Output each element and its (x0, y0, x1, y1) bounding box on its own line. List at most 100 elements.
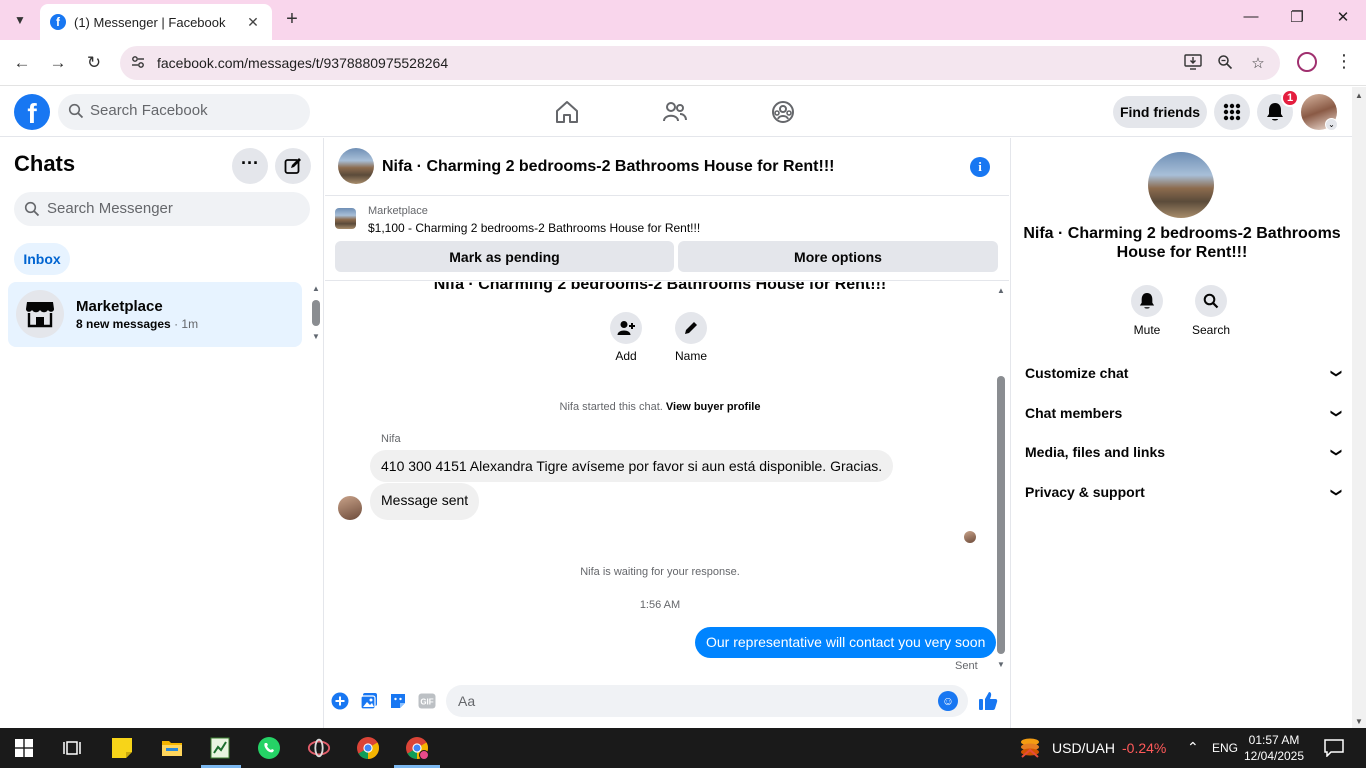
chat-list-scrollbar[interactable]: ▲ ▼ (310, 284, 320, 342)
browser-menu-icon[interactable]: ⋮ (1335, 51, 1353, 72)
sticky-notes-icon[interactable] (110, 736, 134, 760)
mute-label: Mute (1133, 323, 1161, 337)
scrollbar-thumb[interactable] (312, 300, 320, 326)
accordion-privacy-support[interactable]: Privacy & support ❯ (1025, 480, 1342, 504)
bell-icon (1139, 293, 1155, 309)
more-options-button[interactable]: More options (678, 241, 998, 272)
chrome-profile-icon[interactable] (405, 736, 429, 760)
thread-scrollbar[interactable]: ▲ ▼ (995, 286, 1007, 670)
change-name-action[interactable]: Name (666, 312, 716, 363)
facebook-search[interactable] (58, 94, 310, 130)
listing-profile-photo[interactable] (1148, 152, 1214, 218)
accordion-media-files-links[interactable]: Media, files and links ❯ (1025, 440, 1342, 464)
marketplace-listing-bar: Marketplace $1,100 - Charming 2 bedrooms… (325, 197, 1009, 281)
scroll-up-arrow-icon[interactable]: ▲ (312, 284, 320, 293)
message-input[interactable] (458, 693, 928, 709)
facebook-favicon-icon: f (50, 14, 66, 30)
accordion-customize-chat[interactable]: Customize chat ❯ (1025, 361, 1342, 385)
listing-price-title[interactable]: $1,100 - Charming 2 bedrooms-2 Bathrooms… (368, 221, 700, 235)
tray-chevron-up-icon[interactable]: ⌃ (1187, 739, 1199, 756)
home-icon[interactable] (554, 99, 580, 125)
find-friends-button[interactable]: Find friends (1113, 96, 1207, 128)
sticker-icon[interactable] (387, 690, 409, 712)
input-language[interactable]: ENG (1212, 741, 1238, 755)
listing-thumbnail[interactable] (335, 208, 356, 229)
sender-avatar[interactable] (338, 496, 362, 520)
site-settings-icon[interactable] (129, 54, 147, 72)
scroll-down-arrow-icon[interactable]: ▼ (312, 332, 320, 341)
conversation-title[interactable]: Nifa · Charming 2 bedrooms-2 Bathrooms H… (382, 158, 834, 176)
new-message-button[interactable] (275, 148, 311, 184)
spreadsheet-app-icon[interactable] (208, 736, 232, 760)
notification-center-icon[interactable] (1322, 736, 1346, 760)
scroll-down-arrow-icon[interactable]: ▼ (997, 660, 1005, 669)
windows-start-icon[interactable] (12, 736, 36, 760)
scroll-up-arrow-icon[interactable]: ▲ (997, 286, 1005, 295)
reload-icon[interactable]: ↻ (82, 51, 106, 75)
close-window-icon[interactable]: ✕ (1328, 8, 1358, 26)
zoom-icon[interactable] (1215, 54, 1235, 72)
scrollbar-thumb[interactable] (997, 376, 1005, 654)
browser-tab-messenger[interactable]: f (1) Messenger | Facebook ✕ (40, 4, 272, 40)
address-bar[interactable]: facebook.com/messages/t/9378880975528264… (120, 46, 1280, 80)
currency-widget-icon[interactable] (1018, 736, 1042, 760)
page-scrollbar[interactable]: ▲ ▼ (1352, 87, 1366, 728)
more-actions-plus-icon[interactable] (329, 690, 351, 712)
attach-photo-icon[interactable] (358, 690, 380, 712)
minimize-window-icon[interactable]: — (1236, 8, 1266, 25)
chat-options-button[interactable]: ··· (232, 148, 268, 184)
emoji-icon[interactable]: ☺ (938, 691, 958, 711)
clock-time: 01:57 AM (1248, 733, 1300, 747)
tab-close-icon[interactable]: ✕ (244, 14, 262, 31)
info-panel-title: Nifa · Charming 2 bedrooms-2 Bathrooms H… (1023, 225, 1341, 261)
thumbs-up-icon[interactable] (977, 690, 999, 712)
add-people-action[interactable]: Add (601, 312, 651, 363)
forward-arrow-icon[interactable]: → (46, 51, 70, 75)
chevron-down-icon: ❯ (1329, 487, 1342, 497)
bookmark-star-icon[interactable]: ☆ (1248, 54, 1268, 72)
incoming-message-bubble[interactable]: 410 300 4151 Alexandra Tigre avíseme por… (370, 450, 894, 482)
new-tab-button[interactable]: + (282, 9, 302, 31)
messenger-search-input[interactable] (47, 200, 297, 217)
scroll-up-arrow-icon[interactable]: ▲ (1355, 91, 1363, 100)
more-dots-icon: ··· (241, 153, 259, 173)
friends-icon[interactable] (662, 99, 688, 125)
listing-avatar[interactable] (338, 148, 374, 184)
menu-grid-button[interactable] (1214, 94, 1250, 130)
search-label: Search (1191, 323, 1231, 337)
facebook-logo[interactable]: f (14, 94, 50, 130)
info-icon[interactable]: i (970, 157, 990, 177)
accordion-chat-members[interactable]: Chat members ❯ (1025, 401, 1342, 425)
messenger-search[interactable] (14, 192, 310, 226)
view-buyer-profile-link[interactable]: View buyer profile (666, 401, 761, 413)
restore-window-icon[interactable]: ❐ (1282, 8, 1312, 26)
tab-search-chevron-icon[interactable]: ▼ (6, 7, 34, 33)
search-in-conversation-action[interactable]: Search (1181, 285, 1241, 337)
whatsapp-icon[interactable] (257, 736, 281, 760)
mute-action[interactable]: Mute (1117, 285, 1177, 337)
add-label: Add (615, 349, 637, 363)
gif-icon[interactable]: GIF (416, 690, 438, 712)
system-clock[interactable]: 01:57 AM 12/04/2025 (1236, 732, 1312, 764)
conversation-header: Nifa · Charming 2 bedrooms-2 Bathrooms H… (325, 138, 1009, 196)
task-view-icon[interactable] (60, 736, 84, 760)
search-icon (68, 103, 84, 119)
outgoing-message-bubble[interactable]: Our representative will contact you very… (695, 627, 997, 658)
currency-pair: USD/UAH (1052, 740, 1116, 756)
tab-inbox[interactable]: Inbox (14, 243, 70, 275)
incoming-message-bubble[interactable]: Message sent (370, 483, 480, 520)
accordion-label: Chat members (1025, 405, 1123, 421)
conversation-item-marketplace[interactable]: Marketplace 8 new messages · 1m (8, 282, 302, 347)
account-chevron-down-icon[interactable]: ⌄ (1325, 118, 1338, 131)
facebook-search-input[interactable] (90, 102, 300, 119)
install-app-icon[interactable] (1183, 54, 1203, 72)
browser-profile-icon[interactable] (1297, 52, 1317, 72)
groups-icon[interactable] (770, 99, 796, 125)
file-explorer-icon[interactable] (160, 736, 184, 760)
network-tool-icon[interactable] (307, 736, 331, 760)
chrome-icon[interactable] (356, 736, 380, 760)
scroll-down-arrow-icon[interactable]: ▼ (1355, 717, 1363, 726)
message-input-box[interactable]: ☺ (446, 685, 968, 717)
back-arrow-icon[interactable]: ← (10, 51, 34, 75)
mark-as-pending-button[interactable]: Mark as pending (335, 241, 674, 272)
